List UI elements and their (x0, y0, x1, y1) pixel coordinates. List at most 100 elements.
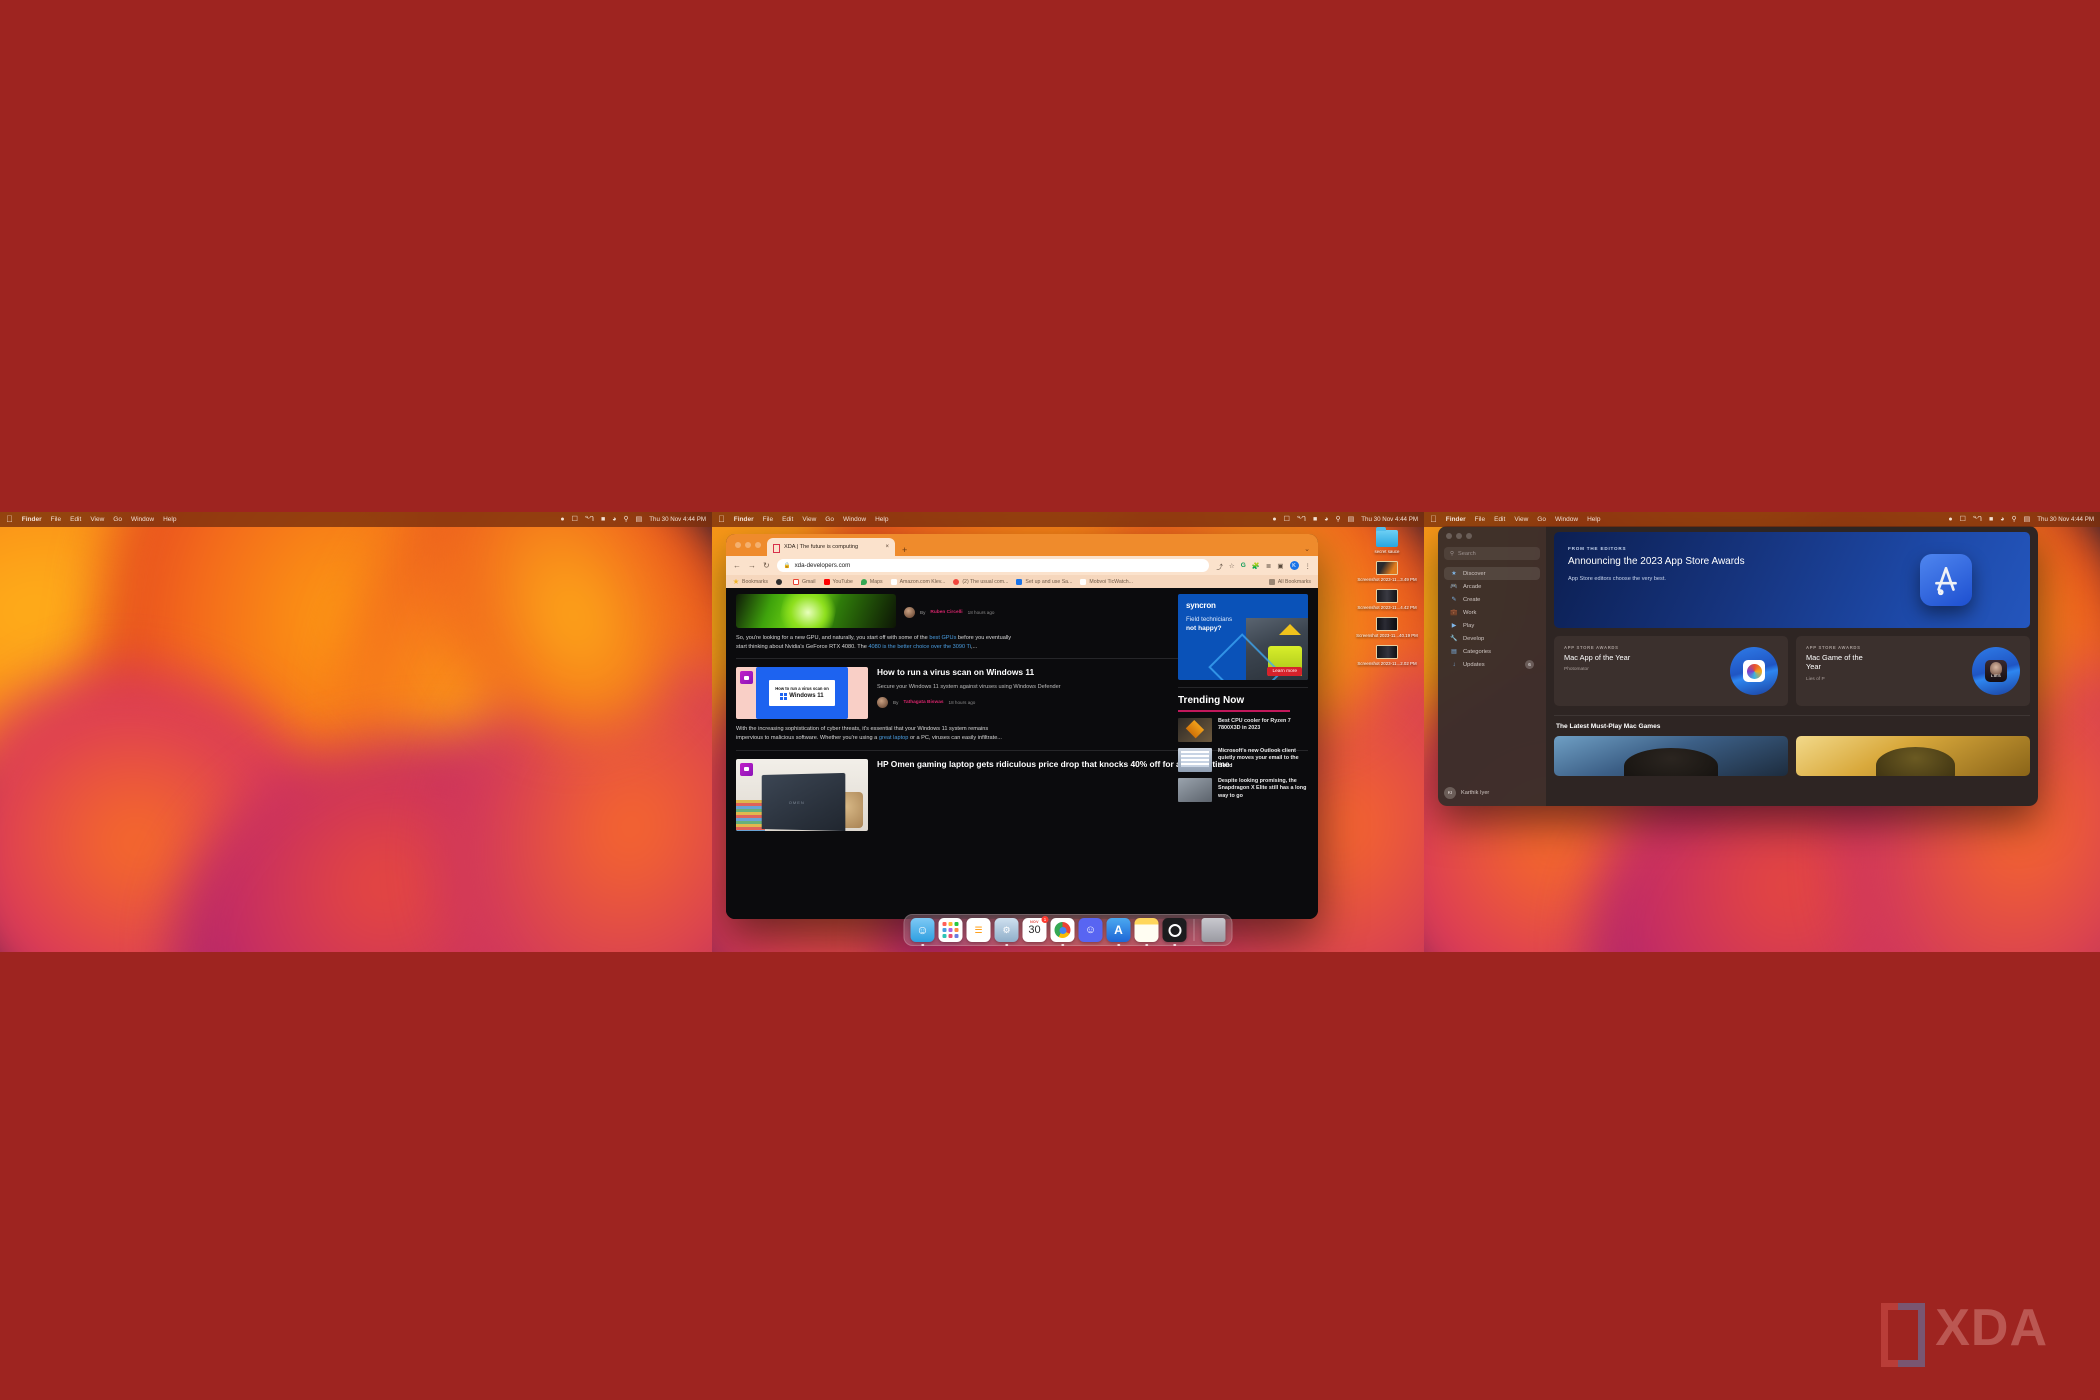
bookmark-item-amazon[interactable]: Amazon.com Klev... (890, 578, 945, 585)
screen-mirroring-icon[interactable]: ☐ (1960, 516, 1966, 523)
excerpt-link-best-gpus[interactable]: best GPUs (929, 635, 956, 641)
sidebar-item-work[interactable]: 💼 Work (1444, 606, 1540, 619)
do-not-disturb-icon[interactable]: ● (560, 516, 564, 523)
all-bookmarks-button[interactable]: All Bookmarks (1268, 578, 1311, 585)
bookmark-item[interactable] (775, 578, 785, 585)
reading-list-icon[interactable]: ≣ (1266, 562, 1271, 570)
trending-item[interactable]: Despite looking promising, the Snapdrago… (1178, 772, 1308, 802)
screen-mirroring-icon[interactable]: ☐ (572, 516, 578, 523)
menu-item-file[interactable]: File (51, 516, 61, 523)
address-bar[interactable]: 🔒 xda-developers.com (776, 559, 1210, 572)
wifi-icon[interactable]: ◕ (1324, 516, 1328, 523)
bookmark-item-gmail[interactable]: Gmail (792, 578, 816, 585)
bookmark-item-mobvoi[interactable]: Mobvoi TicWatch... (1080, 578, 1133, 585)
dock-item-notes[interactable] (1134, 918, 1159, 946)
bookmarks-bar[interactable]: Bookmarks Gmail YouTube Maps Amazon.com … (726, 575, 1318, 588)
menu-item-finder[interactable]: Finder (22, 516, 42, 523)
dock-item-launchpad[interactable] (938, 918, 963, 942)
apple-menu-icon[interactable]:  (6, 515, 13, 524)
control-center-icon[interactable]: ▤ (636, 516, 643, 523)
close-button[interactable] (1446, 533, 1452, 539)
search-icon[interactable]: ⚲ (2011, 516, 2016, 523)
screen-mirroring-icon[interactable]: ☐ (1284, 516, 1290, 523)
menu-item-window[interactable]: Window (843, 516, 866, 523)
bookmark-item-usual[interactable]: (2) The usual com... (953, 578, 1008, 585)
minimize-button[interactable] (1456, 533, 1462, 539)
desktop-icon-screenshot-2[interactable]: Screenshot 2023-11...4.42 PM (1356, 588, 1418, 611)
bookmark-item-maps[interactable]: Maps (860, 578, 883, 585)
chrome-browser-window[interactable]: XDA | The future is computing × + ⌄ ← → … (726, 534, 1318, 919)
wifi-icon[interactable]: ◕ (612, 516, 616, 523)
app-store-account[interactable]: KI Karthik Iyer (1444, 787, 1489, 799)
chrome-toolbar[interactable]: ← → ↻ 🔒 xda-developers.com ⤴ ☆ G 🧩 ≣ ▣ K… (726, 556, 1318, 575)
sidebar-item-play[interactable]: ▶ Play (1444, 619, 1540, 632)
menu-item-finder[interactable]: Finder (734, 516, 754, 523)
trending-title[interactable]: Despite looking promising, the Snapdrago… (1218, 778, 1308, 802)
bluetooth-icon[interactable]: ᙰ (1297, 516, 1306, 523)
battery-icon[interactable]: ■ (601, 516, 605, 523)
author-name[interactable]: Ruben Circelli (930, 610, 962, 615)
award-card-mac-game-of-the-year[interactable]: APP STORE AWARDS Mac Game of the Year Li… (1796, 636, 2030, 706)
reload-button[interactable]: ↻ (763, 561, 770, 570)
app-store-search-input[interactable]: ⚲ Search (1444, 547, 1540, 560)
menu-bar-right[interactable]:  Finder File Edit View Go Window Help ●… (1424, 512, 2100, 527)
desktop-icon-screenshot-1[interactable]: Screenshot 2023-11...3.49 PM (1356, 560, 1418, 583)
menu-item-help[interactable]: Help (1587, 516, 1600, 523)
bookmark-item-safari-setup[interactable]: Set up and use Sa... (1016, 578, 1072, 585)
app-store-nav[interactable]: ★ Discover 🎮 Arcade ✎ Create 💼 Work ▶ Pl… (1444, 567, 1540, 671)
dock-item-finder[interactable]: ☺ (910, 918, 935, 946)
menu-item-file[interactable]: File (763, 516, 773, 523)
menu-item-window[interactable]: Window (1555, 516, 1578, 523)
dock-item-obs[interactable] (1162, 918, 1187, 946)
menu-item-view[interactable]: View (802, 516, 816, 523)
trending-title[interactable]: Best CPU cooler for Ryzen 7 7800X3D in 2… (1218, 718, 1308, 742)
author-name[interactable]: Tathagata Biswas (903, 700, 943, 705)
menu-item-edit[interactable]: Edit (1494, 516, 1505, 523)
menu-item-file[interactable]: File (1475, 516, 1485, 523)
sidebar-item-develop[interactable]: 🔧 Develop (1444, 632, 1540, 645)
menu-item-go[interactable]: Go (1537, 516, 1546, 523)
menu-bar-clock[interactable]: Thu 30 Nov 4:44 PM (649, 516, 706, 523)
desktop-icon-screenshot-3[interactable]: Screenshot 2023-11...40.19 PM (1356, 616, 1418, 639)
back-button[interactable]: ← (733, 561, 741, 570)
forward-button[interactable]: → (748, 561, 756, 570)
trending-thumbnail[interactable] (1178, 747, 1212, 772)
tab-close-icon[interactable]: × (885, 544, 889, 550)
zoom-button[interactable] (755, 542, 761, 548)
app-store-sidebar[interactable]: ⚲ Search ★ Discover 🎮 Arcade ✎ Create 💼 … (1438, 526, 1546, 806)
window-traffic-lights[interactable] (733, 534, 767, 556)
menu-item-window[interactable]: Window (131, 516, 154, 523)
excerpt-link-4080[interactable]: 4080 is the better choice over the 3090 … (868, 644, 971, 650)
menu-bar-clock[interactable]: Thu 30 Nov 4:44 PM (1361, 516, 1418, 523)
sidebar-item-arcade[interactable]: 🎮 Arcade (1444, 580, 1540, 593)
menu-bar-left[interactable]:  Finder File Edit View Go Window Help ●… (0, 512, 712, 527)
game-card[interactable] (1796, 736, 2030, 776)
menu-item-help[interactable]: Help (875, 516, 888, 523)
app-store-window[interactable]: ⚲ Search ★ Discover 🎮 Arcade ✎ Create 💼 … (1438, 526, 2038, 806)
menu-item-edit[interactable]: Edit (782, 516, 793, 523)
trending-item[interactable]: Best CPU cooler for Ryzen 7 7800X3D in 2… (1178, 712, 1308, 742)
bookmark-item[interactable]: Bookmarks (733, 578, 768, 585)
sidebar-item-categories[interactable]: ▤ Categories (1444, 645, 1540, 658)
trending-item[interactable]: Microsoft's new Outlook client quietly m… (1178, 742, 1308, 772)
window-traffic-lights[interactable] (1444, 533, 1540, 547)
bluetooth-icon[interactable]: ᙰ (585, 516, 594, 523)
menu-item-edit[interactable]: Edit (70, 516, 81, 523)
dock-item-trash[interactable] (1201, 918, 1226, 942)
do-not-disturb-icon[interactable]: ● (1272, 516, 1276, 523)
dock-item-reminders[interactable]: ☰ (966, 918, 991, 942)
trending-thumbnail[interactable] (1178, 717, 1212, 742)
browser-tab-xda[interactable]: XDA | The future is computing × (767, 538, 895, 556)
menu-bar-middle[interactable]:  Finder File Edit View Go Window Help ●… (712, 512, 1424, 527)
chrome-tab-strip[interactable]: XDA | The future is computing × + ⌄ (726, 534, 1318, 556)
menu-item-finder[interactable]: Finder (1446, 516, 1466, 523)
article-thumbnail-gpu[interactable] (736, 594, 896, 628)
extensions-icon[interactable]: 🧩 (1252, 562, 1260, 570)
do-not-disturb-icon[interactable]: ● (1948, 516, 1952, 523)
bookmark-item-youtube[interactable]: YouTube (823, 578, 853, 585)
dock-item-app-store[interactable]: A (1106, 918, 1131, 946)
desktop-icon-folder-secret-sauce[interactable]: secret sauce (1356, 527, 1418, 555)
sidebar-item-updates[interactable]: ↓ Updates 6 (1444, 658, 1540, 671)
minimize-button[interactable] (745, 542, 751, 548)
battery-icon[interactable]: ■ (1313, 516, 1317, 523)
